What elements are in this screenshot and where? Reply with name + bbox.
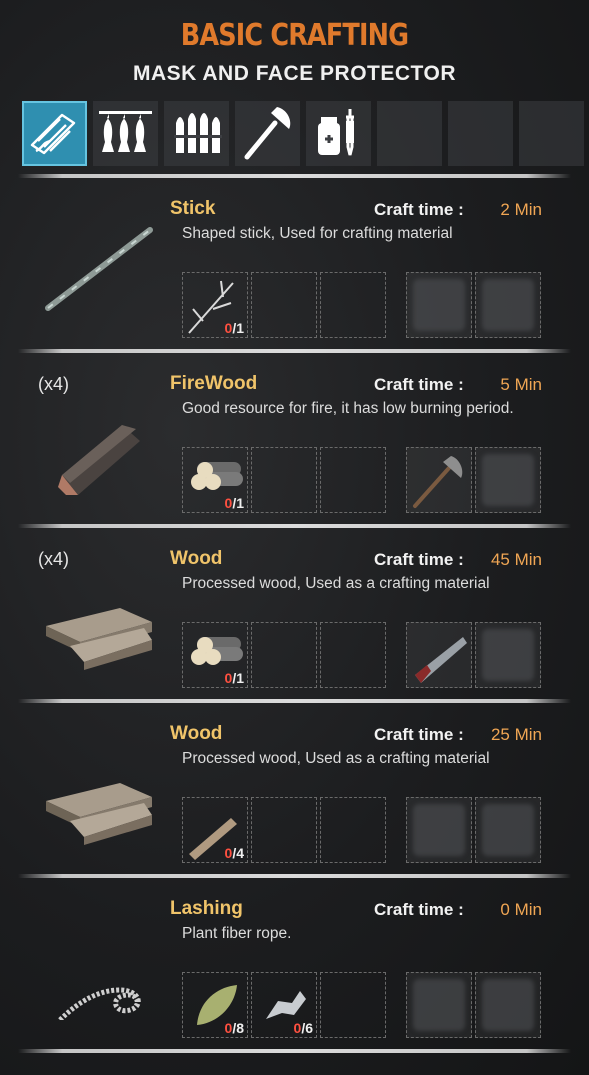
recipe-name: FireWood (170, 373, 258, 394)
ingredient-slot[interactable] (251, 797, 317, 863)
tool-slot[interactable] (406, 972, 472, 1038)
craft-time-label: Craft time : (374, 725, 464, 744)
recipe-wood-x4[interactable]: (x4) Wood Craft time : 45 Min Processed … (0, 530, 589, 705)
recipe-quantity: (x4) (38, 549, 69, 569)
ingredient-slot[interactable]: 0/6 (251, 972, 317, 1038)
tab-empty-3[interactable] (519, 101, 584, 166)
ingredient-slot[interactable]: 0/1 (182, 447, 248, 513)
rope-icon (58, 987, 141, 1020)
ingredient-slot[interactable] (320, 447, 386, 513)
tool-slot[interactable] (475, 972, 541, 1038)
craft-time-label: Craft time : (374, 550, 464, 569)
ingredient-count: 0/8 (224, 1020, 244, 1036)
tool-slot[interactable] (406, 447, 472, 513)
tool-slot[interactable] (475, 272, 541, 338)
recipe-quantity: (x4) (38, 374, 69, 394)
tab-food[interactable] (93, 101, 158, 166)
ingredient-slot[interactable] (320, 972, 386, 1038)
tab-empty-2[interactable] (448, 101, 513, 166)
wood-planks-icon (30, 113, 76, 155)
ingredient-slot[interactable] (251, 447, 317, 513)
planks-icon (46, 783, 152, 845)
axe-icon (244, 107, 291, 160)
page-subtitle: MASK AND FACE PROTECTOR (132, 62, 456, 85)
recipe-name: Stick (170, 198, 216, 219)
ingredient-count: 0/1 (224, 320, 244, 336)
ingredient-slot[interactable] (320, 797, 386, 863)
recipe-stick[interactable]: Stick Craft time : 2 Min Shaped stick, U… (0, 180, 589, 355)
ingredient-slot[interactable]: 0/1 (182, 272, 248, 338)
recipe-description: Processed wood, Used as a crafting mater… (182, 750, 490, 767)
craft-time-label: Craft time : (374, 900, 464, 919)
divider (18, 524, 571, 528)
ingredient-count: 0/4 (224, 845, 244, 861)
bullets-icon (174, 113, 222, 153)
tool-slot[interactable] (406, 797, 472, 863)
ingredient-slot[interactable] (251, 622, 317, 688)
divider (18, 699, 571, 703)
planks-icon (46, 608, 152, 670)
tab-wood-planks[interactable] (22, 101, 87, 166)
craft-time-label: Craft time : (374, 200, 464, 219)
craft-time-value: 45 Min (490, 550, 542, 569)
recipe-description: Processed wood, Used as a crafting mater… (182, 575, 490, 592)
hatchet-icon (413, 456, 463, 508)
divider (18, 874, 571, 878)
divider (18, 349, 571, 353)
recipe-name: Wood (170, 548, 223, 569)
recipe-lashing[interactable]: Lashing Craft time : 0 Min Plant fiber r… (0, 880, 589, 1055)
divider (18, 174, 571, 178)
recipe-firewood[interactable]: (x4) FireWood Craft time : 5 Min Good re… (0, 355, 589, 530)
recipe-wood[interactable]: Wood Craft time : 25 Min Processed wood,… (0, 705, 589, 880)
ingredient-count: 0/6 (293, 1020, 313, 1036)
saw-icon (415, 637, 467, 683)
recipe-name: Wood (170, 723, 223, 744)
ingredient-slot[interactable]: 0/1 (182, 622, 248, 688)
tab-empty-1[interactable] (377, 101, 442, 166)
tool-slot[interactable] (406, 622, 472, 688)
medkit-syringe-icon (318, 109, 354, 156)
recipe-description: Shaped stick, Used for crafting material (182, 225, 453, 242)
craft-time-label: Craft time : (374, 375, 464, 394)
tab-medical[interactable] (306, 101, 371, 166)
tab-tools[interactable] (235, 101, 300, 166)
hanging-fish-icon (99, 111, 152, 152)
stick-icon (45, 227, 153, 311)
recipe-description: Good resource for fire, it has low burni… (182, 400, 514, 417)
craft-time-value: 25 Min (490, 725, 542, 744)
tool-slot[interactable] (406, 272, 472, 338)
ingredient-slot[interactable] (320, 272, 386, 338)
firewood-icon (58, 425, 140, 495)
page-title: BASIC CRAFTING (180, 18, 409, 53)
ingredient-slot[interactable] (251, 272, 317, 338)
tab-ammo[interactable] (164, 101, 229, 166)
craft-time-value: 0 Min (500, 900, 542, 919)
tool-slot[interactable] (475, 622, 541, 688)
recipe-description: Plant fiber rope. (182, 925, 292, 942)
recipe-name: Lashing (170, 898, 243, 919)
ingredient-count: 0/1 (224, 495, 244, 511)
ingredient-slot[interactable]: 0/4 (182, 797, 248, 863)
craft-time-value: 2 Min (500, 200, 542, 219)
ingredient-count: 0/1 (224, 670, 244, 686)
tool-slot[interactable] (475, 447, 541, 513)
craft-time-value: 5 Min (500, 375, 542, 394)
divider (18, 1049, 571, 1053)
ingredient-slot[interactable]: 0/8 (182, 972, 248, 1038)
tool-slot[interactable] (475, 797, 541, 863)
ingredient-slot[interactable] (320, 622, 386, 688)
